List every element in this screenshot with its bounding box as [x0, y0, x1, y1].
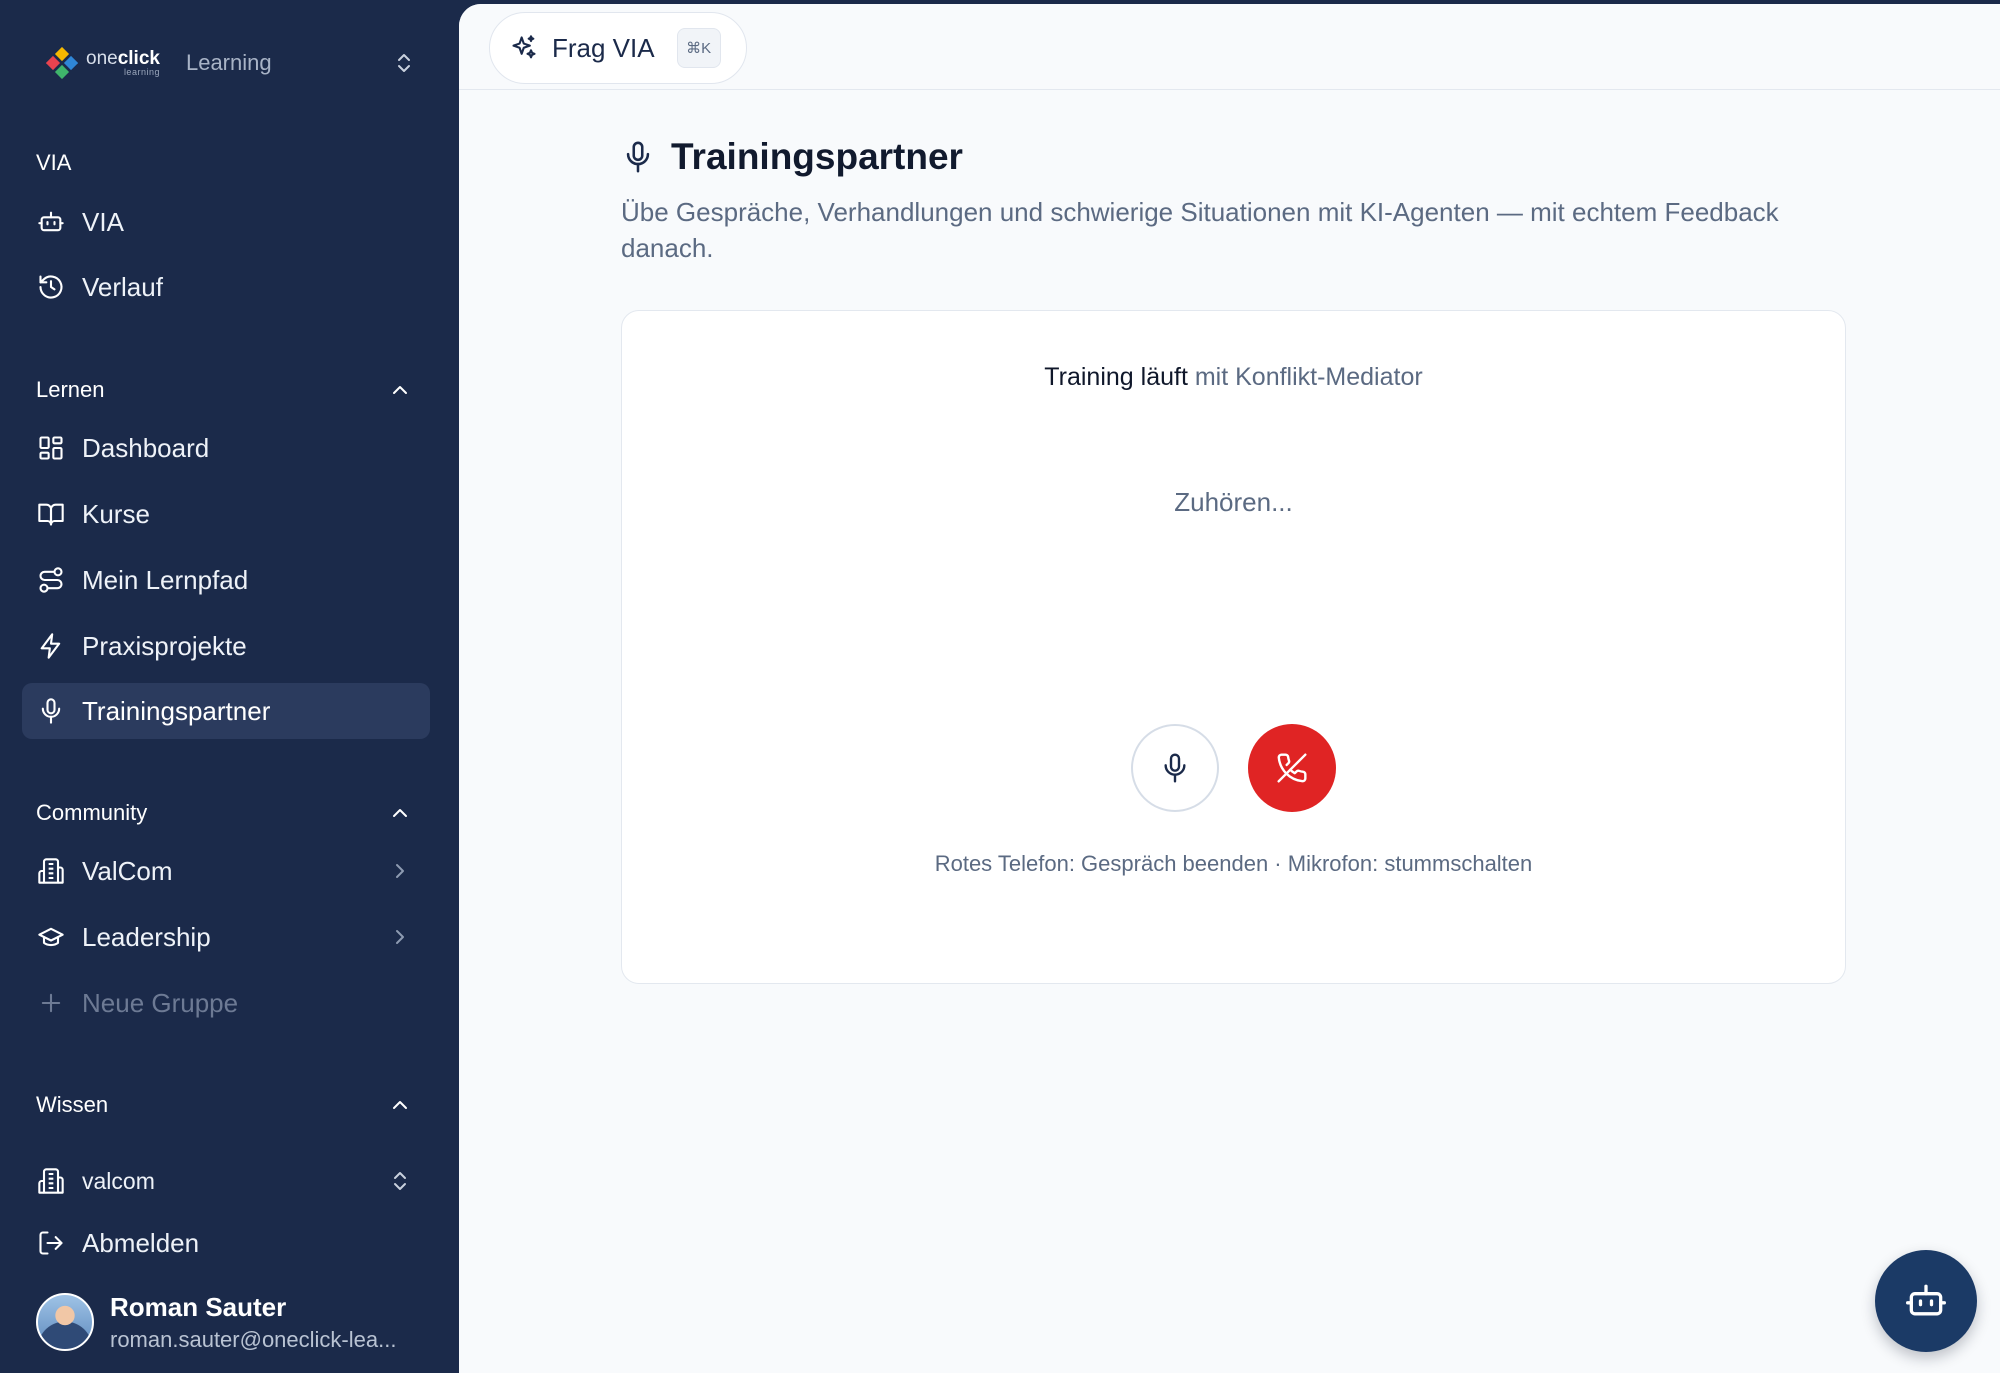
chevron-up-icon[interactable] — [388, 801, 412, 825]
mic-icon — [1164, 753, 1186, 783]
chevron-updown-icon — [398, 54, 410, 72]
phone-off-icon — [1277, 753, 1307, 783]
sidebar-item-trainingspartner[interactable]: Trainingspartner — [22, 683, 430, 739]
sidebar-item-via[interactable]: VIA — [22, 194, 430, 250]
section-title-wissen: Wissen — [36, 1092, 109, 1117]
lightning-icon — [36, 631, 66, 661]
workspace-select-label: valcom — [82, 1167, 155, 1194]
section-title-lernen: Lernen — [36, 377, 105, 402]
sidebar-item-verlauf[interactable]: Verlauf — [22, 259, 430, 315]
sidebar-item-label: Mein Lernpfad — [82, 564, 249, 595]
sidebar-item-lernpfad[interactable]: Mein Lernpfad — [22, 552, 430, 608]
logout-label: Abmelden — [82, 1227, 200, 1258]
session-partner: mit Konflikt-Mediator — [1194, 363, 1423, 391]
chevron-right-icon — [396, 930, 404, 944]
sidebar-item-leadership[interactable]: Leadership — [22, 909, 430, 965]
main-content: Frag VIA ⌘K Trainingspartner Übe Gespräc… — [459, 4, 2000, 1373]
section-title-via: VIA — [36, 150, 72, 175]
training-session-card: Training läuft mit Konflikt-Mediator Zuh… — [621, 310, 1846, 984]
session-status-text: Training läuft — [1044, 363, 1188, 391]
chevron-updown-icon — [394, 1172, 406, 1190]
logo-text: oneclick learning — [86, 48, 160, 77]
sidebar-item-label: Neue Gruppe — [82, 987, 239, 1018]
sidebar: oneclick learning Learning VIA VIA Verla… — [0, 0, 459, 1373]
sidebar-item-label: Leadership — [82, 921, 211, 952]
avatar — [36, 1293, 94, 1351]
graduation-cap-icon — [36, 922, 66, 952]
building-icon — [36, 856, 66, 886]
page-header: Trainingspartner Übe Gespräche, Verhandl… — [621, 136, 1861, 266]
workspace-label: Learning — [185, 50, 272, 75]
mic-icon — [626, 141, 650, 173]
user-name: Roman Sauter — [110, 1291, 287, 1322]
shortcut-badge: ⌘K — [676, 28, 721, 68]
logout-icon — [36, 1228, 66, 1258]
page-title: Trainingspartner — [621, 136, 1861, 178]
sidebar-item-neue-gruppe[interactable]: Neue Gruppe — [22, 975, 430, 1031]
page-subtitle: Übe Gespräche, Verhandlungen und schwier… — [621, 197, 1779, 263]
user-profile[interactable]: Roman Sauter roman.sauter@oneclick-lea..… — [36, 1290, 436, 1354]
workspace-switcher[interactable]: oneclick learning Learning — [45, 38, 416, 88]
frag-via-label: Frag VIA — [552, 32, 655, 63]
chevron-up-icon[interactable] — [388, 378, 412, 402]
history-icon — [36, 272, 66, 302]
sidebar-item-dashboard[interactable]: Dashboard — [22, 420, 430, 476]
book-icon — [36, 499, 66, 529]
mute-button[interactable] — [1131, 724, 1219, 812]
plus-icon — [36, 988, 66, 1018]
page-title-text: Trainingspartner — [671, 136, 963, 177]
sidebar-item-label: Kurse — [82, 498, 150, 529]
sparkles-icon — [512, 35, 536, 59]
chevron-up-icon[interactable] — [388, 1093, 412, 1117]
sidebar-item-label: VIA — [82, 206, 124, 237]
app-root: oneclick learning Learning VIA VIA Verla… — [0, 0, 2000, 1373]
workspace-select-valcom[interactable]: valcom — [22, 1153, 430, 1209]
sidebar-item-valcom[interactable]: ValCom — [22, 843, 430, 899]
logo-icon — [45, 46, 79, 80]
sidebar-item-label: Verlauf — [82, 271, 163, 302]
bot-icon — [1906, 1284, 1946, 1316]
bot-icon — [36, 207, 66, 237]
session-status: Training läuft mit Konflikt-Mediator — [622, 363, 1845, 392]
user-email: roman.sauter@oneclick-lea... — [110, 1326, 397, 1352]
sidebar-item-praxisprojekte[interactable]: Praxisprojekte — [22, 618, 430, 674]
sidebar-item-kurse[interactable]: Kurse — [22, 486, 430, 542]
sidebar-item-label: ValCom — [82, 855, 173, 886]
logout-button[interactable]: Abmelden — [22, 1215, 430, 1271]
section-title-community: Community — [36, 800, 148, 825]
sidebar-item-label: Trainingspartner — [82, 695, 271, 726]
sidebar-item-label: Praxisprojekte — [82, 630, 247, 661]
listening-indicator: Zuhören... — [1174, 487, 1293, 517]
dashboard-icon — [36, 433, 66, 463]
end-call-button[interactable] — [1248, 724, 1336, 812]
topbar: Frag VIA ⌘K — [459, 4, 2000, 90]
frag-via-button[interactable]: Frag VIA ⌘K — [489, 12, 747, 84]
sidebar-item-label: Dashboard — [82, 432, 210, 463]
mic-icon — [36, 696, 66, 726]
controls-hint: Rotes Telefon: Gespräch beenden · Mikrof… — [934, 851, 1533, 876]
building-icon — [36, 1166, 66, 1196]
chevron-right-icon — [396, 864, 404, 878]
route-icon — [36, 565, 66, 595]
via-assistant-button[interactable] — [1875, 1250, 1977, 1352]
